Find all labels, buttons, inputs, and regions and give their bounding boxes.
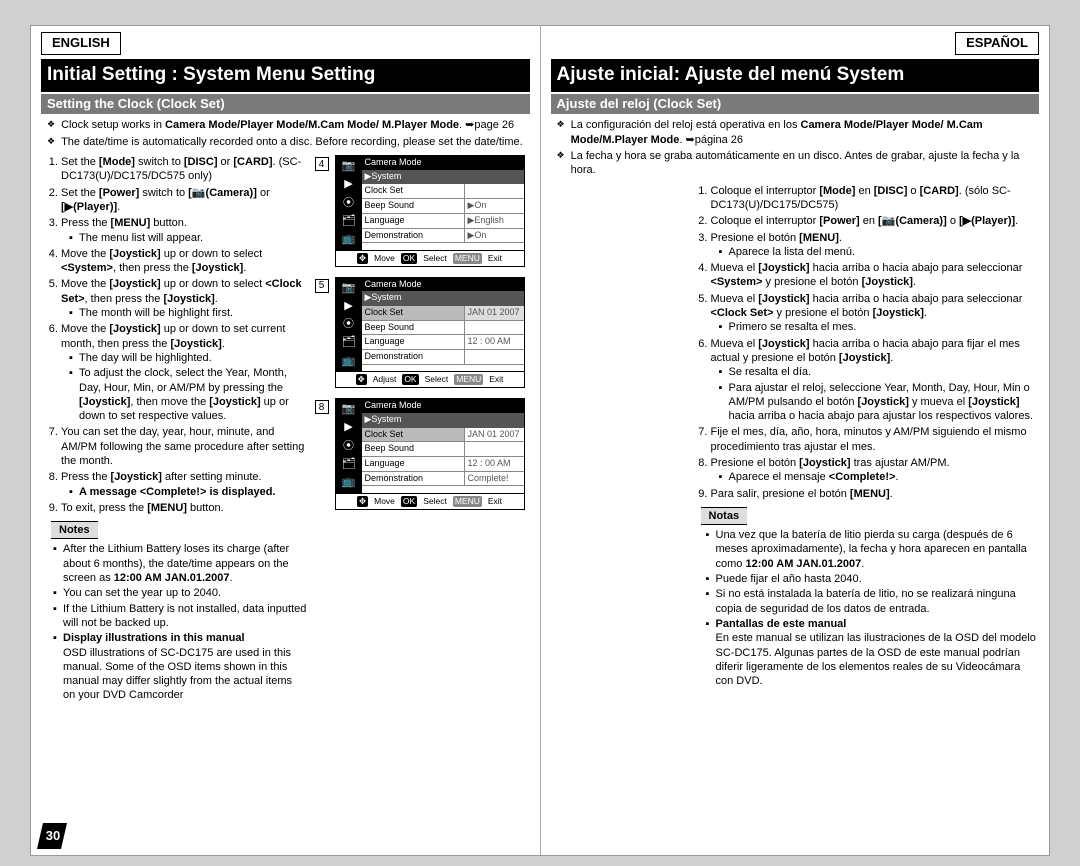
screen-step-8: 8 bbox=[315, 400, 329, 414]
sub: The day will be highlighted. bbox=[79, 351, 307, 365]
step-1: Coloque el interruptor [Mode] en [DISC] … bbox=[711, 184, 1040, 213]
osd-screen-5: 📷▶⦿🗂📺 Camera Mode ▶System Clock SetJAN 0… bbox=[335, 277, 525, 389]
screen-step-4: 4 bbox=[315, 157, 329, 171]
camera-icon: 📷 bbox=[342, 159, 356, 173]
language-tab-english: ENGLISH bbox=[41, 32, 121, 55]
language-tab-spanish: ESPAÑOL bbox=[955, 32, 1039, 55]
step-6: Mueva el [Joystick] hacia arriba o hacia… bbox=[711, 337, 1040, 424]
screen-step-5: 5 bbox=[315, 279, 329, 293]
notes-header-left: Notes bbox=[51, 521, 98, 539]
note: Si no está instalada la batería de litio… bbox=[716, 587, 1040, 616]
sub: A message <Complete!> is displayed. bbox=[79, 485, 307, 499]
manual-page: ENGLISH Initial Setting : System Menu Se… bbox=[30, 25, 1050, 856]
note: Una vez que la batería de litio pierda s… bbox=[716, 528, 1040, 571]
note: After the Lithium Battery loses its char… bbox=[63, 542, 307, 585]
osd-illustrations: 4 📷▶⦿🗂📺 Camera Mode ▶System Clock Set Be… bbox=[315, 155, 530, 704]
step-7: You can set the day, year, hour, minute,… bbox=[61, 425, 307, 468]
step-4: Mueva el [Joystick] hacia arriba o hacia… bbox=[711, 261, 1040, 290]
notes-header-right: Notas bbox=[701, 507, 748, 525]
text: Clock setup works in bbox=[61, 119, 165, 131]
osd-system: ▶System bbox=[362, 170, 524, 185]
step-7: Fije el mes, día, año, hora, minutos y A… bbox=[711, 425, 1040, 454]
sub: The month will be highlight first. bbox=[79, 306, 307, 320]
note: If the Lithium Battery is not installed,… bbox=[63, 602, 307, 631]
disc-icon: ⦿ bbox=[343, 196, 354, 210]
title-band-left: Initial Setting : System Menu Setting bbox=[41, 59, 530, 92]
step-5: Mueva el [Joystick] hacia arriba o hacia… bbox=[711, 292, 1040, 335]
notes-left: After the Lithium Battery loses its char… bbox=[41, 542, 307, 702]
sub: To adjust the clock, select the Year, Mo… bbox=[79, 366, 307, 423]
step-3: Press the [MENU] button. The menu list w… bbox=[61, 216, 307, 245]
osd-screen-8: 📷▶⦿🗂📺 Camera Mode ▶System Clock SetJAN 0… bbox=[335, 398, 525, 510]
card-icon: 🗂 bbox=[342, 214, 356, 228]
text: The date/time is automatically recorded … bbox=[61, 135, 523, 149]
intro-bullets-left: ❖Clock setup works in Camera Mode/Player… bbox=[41, 118, 530, 149]
subtitle-left: Setting the Clock (Clock Set) bbox=[41, 94, 530, 115]
step-4: Move the [Joystick] up or down to select… bbox=[61, 247, 307, 276]
step-3: Presione el botón [MENU]. Aparece la lis… bbox=[711, 231, 1040, 260]
steps-left: Set the [Mode] switch to [DISC] or [CARD… bbox=[41, 155, 307, 515]
step-2: Coloque el interruptor [Power] en [📷(Cam… bbox=[711, 214, 1040, 228]
text: . ➥page 26 bbox=[459, 119, 514, 131]
steps-right: Coloque el interruptor [Mode] en [DISC] … bbox=[551, 184, 1040, 501]
left-column: ENGLISH Initial Setting : System Menu Se… bbox=[31, 26, 540, 855]
osd-mode: Camera Mode bbox=[362, 156, 524, 170]
tv-icon: 📺 bbox=[342, 232, 356, 246]
note: Display illustrations in this manualOSD … bbox=[63, 631, 307, 702]
step-2: Set the [Power] switch to [📷(Camera)] or… bbox=[61, 186, 307, 215]
intro-bullets-right: ❖La configuración del reloj está operati… bbox=[551, 118, 1040, 177]
step-5: Move the [Joystick] up or down to select… bbox=[61, 277, 307, 320]
subtitle-right: Ajuste del reloj (Clock Set) bbox=[551, 94, 1040, 115]
right-column: ESPAÑOL Ajuste inicial: Ajuste del menú … bbox=[541, 26, 1050, 855]
sub: The menu list will appear. bbox=[79, 231, 307, 245]
step-8: Press the [Joystick] after setting minut… bbox=[61, 470, 307, 499]
note: Pantallas de este manualEn este manual s… bbox=[716, 617, 1040, 688]
text-bold: Camera Mode/Player Mode/M.Cam Mode/ M.Pl… bbox=[165, 119, 459, 131]
osd-screen-4: 📷▶⦿🗂📺 Camera Mode ▶System Clock Set Beep… bbox=[335, 155, 525, 267]
title-band-right: Ajuste inicial: Ajuste del menú System bbox=[551, 59, 1040, 92]
step-9: To exit, press the [MENU] button. bbox=[61, 501, 307, 515]
step-8: Presione el botón [Joystick] tras ajusta… bbox=[711, 456, 1040, 485]
note: You can set the year up to 2040. bbox=[63, 586, 307, 600]
step-9: Para salir, presione el botón [MENU]. bbox=[711, 487, 1040, 501]
page-number: 30 bbox=[37, 823, 67, 849]
play-icon: ▶ bbox=[344, 177, 352, 191]
note: Puede fijar el año hasta 2040. bbox=[716, 572, 1040, 586]
step-1: Set the [Mode] switch to [DISC] or [CARD… bbox=[61, 155, 307, 184]
step-6: Move the [Joystick] up or down to set cu… bbox=[61, 322, 307, 423]
notes-right: Una vez que la batería de litio pierda s… bbox=[551, 528, 1040, 688]
